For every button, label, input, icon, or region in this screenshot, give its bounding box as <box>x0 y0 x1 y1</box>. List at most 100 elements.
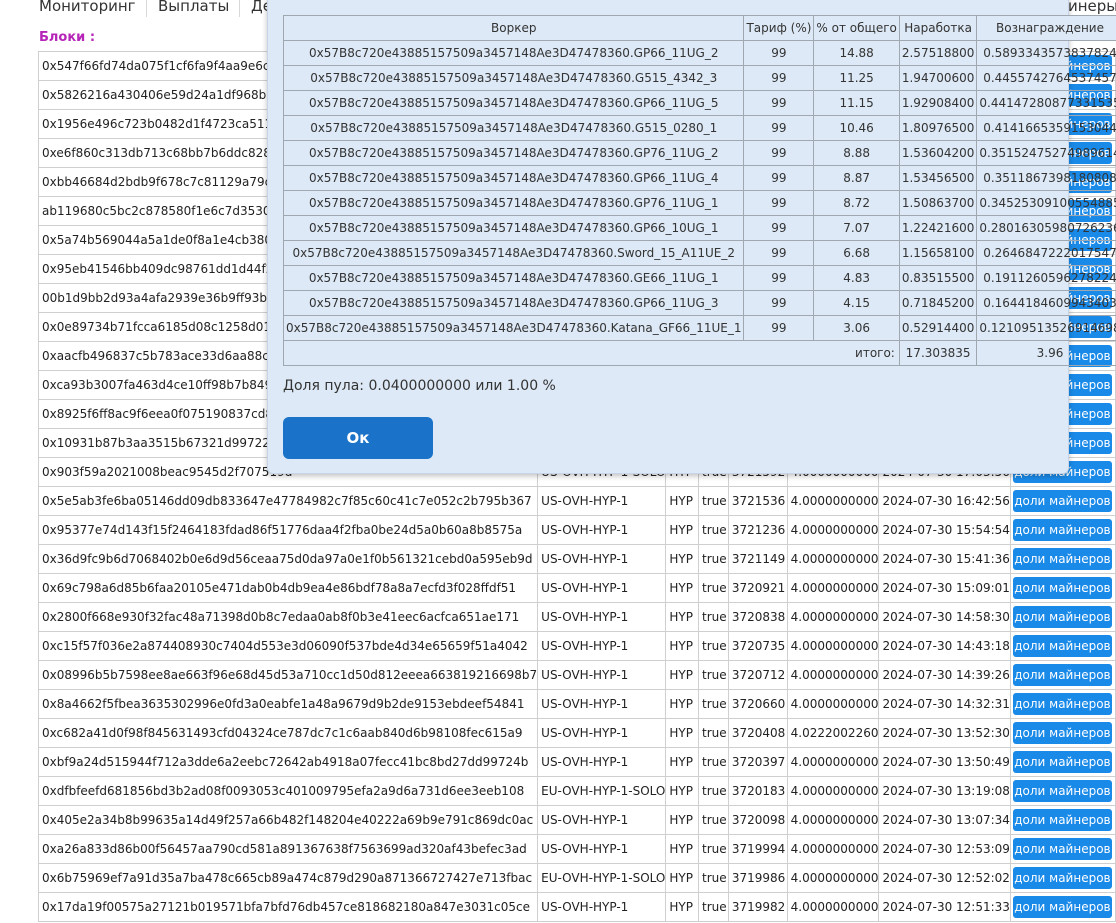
worker-work: 0.52914400 <box>898 315 978 341</box>
worker-work: 1.53456500 <box>898 165 978 191</box>
block-time: 2024-07-30 14:43:18 <box>878 631 1011 661</box>
worker-percent: 7.07 <box>813 215 900 241</box>
miner-shares-button[interactable]: доли майнеров <box>1012 635 1112 657</box>
block-reward: 4.0222002260 <box>786 718 880 748</box>
worker-tariff: 99 <box>743 115 815 141</box>
table-row: 0x57B8c720e43885157509a3457148Ae3D474783… <box>282 140 1116 166</box>
block-height: 3720098 <box>727 805 788 835</box>
miner-shares-button[interactable]: доли майнеров <box>1012 606 1112 628</box>
worker-tariff: 99 <box>743 315 815 341</box>
worker-name: 0x57B8c720e43885157509a3457148Ae3D474783… <box>282 290 745 316</box>
block-type: HYP <box>665 747 699 777</box>
block-height: 3719986 <box>727 863 788 893</box>
block-height: 3720183 <box>727 776 788 806</box>
worker-work: 1.53604200 <box>898 140 978 166</box>
miner-shares-button[interactable]: доли майнеров <box>1012 838 1112 860</box>
col-work: Наработка <box>898 15 978 41</box>
worker-tariff: 99 <box>743 165 815 191</box>
block-reward: 4.0000000000 <box>786 544 880 574</box>
table-row: 0xc682a41d0f98f845631493cfd04324ce787dc7… <box>37 718 1116 748</box>
block-height: 3720921 <box>727 573 788 603</box>
block-confirmed: true <box>697 892 729 922</box>
block-reward: 4.0000000000 <box>786 515 880 545</box>
block-hash: 0x36d9fc9b6d7068402b0e6d9d56ceaa75d0da97… <box>37 544 539 574</box>
block-height: 3720838 <box>727 602 788 632</box>
block-actions: доли майнеров <box>1009 892 1116 922</box>
block-server: US-OVH-HYP-1 <box>537 573 667 603</box>
miner-shares-button[interactable]: доли майнеров <box>1012 519 1112 541</box>
block-confirmed: true <box>697 776 729 806</box>
worker-name: 0x57B8c720e43885157509a3457148Ae3D474783… <box>282 265 745 291</box>
block-height: 3719994 <box>727 834 788 864</box>
block-time: 2024-07-30 13:52:30 <box>878 718 1011 748</box>
block-reward: 4.0000000000 <box>786 834 880 864</box>
table-header-row: Воркер Тариф (%) % от общего Наработка В… <box>282 15 1116 41</box>
worker-name: 0x57B8c720e43885157509a3457148Ae3D474783… <box>282 315 745 341</box>
table-row: 0x57B8c720e43885157509a3457148Ae3D474783… <box>282 90 1116 116</box>
block-server: US-OVH-HYP-1 <box>537 805 667 835</box>
ok-button[interactable]: Ок <box>283 417 433 459</box>
table-row: 0x6b75969ef7a91d35a7ba478c665cb89a474c87… <box>37 863 1116 893</box>
miner-shares-button[interactable]: доли майнеров <box>1012 577 1112 599</box>
worker-name: 0x57B8c720e43885157509a3457148Ae3D474783… <box>282 90 745 116</box>
worker-reward: 0.4455742764537457 <box>976 65 1116 91</box>
block-confirmed: true <box>697 660 729 690</box>
miner-shares-button[interactable]: доли майнеров <box>1012 780 1112 802</box>
worker-tariff: 99 <box>743 140 815 166</box>
block-reward: 4.0000000000 <box>786 689 880 719</box>
block-actions: доли майнеров <box>1009 863 1116 893</box>
table-row: 0x5e5ab3fe6ba05146dd09db833647e47784982c… <box>37 486 1116 516</box>
block-height: 3720408 <box>727 718 788 748</box>
block-server: US-OVH-HYP-1 <box>537 660 667 690</box>
worker-name: 0x57B8c720e43885157509a3457148Ae3D474783… <box>282 240 745 266</box>
nav-divider <box>146 0 147 17</box>
worker-reward: 0.5893343573837824 <box>976 40 1116 66</box>
worker-name: 0x57B8c720e43885157509a3457148Ae3D474783… <box>282 140 745 166</box>
block-height: 3719982 <box>727 892 788 922</box>
tab-payouts[interactable]: Выплаты <box>158 0 230 17</box>
table-row: 0x57B8c720e43885157509a3457148Ae3D474783… <box>282 190 1116 216</box>
worker-reward: 0.12109513526914698 <box>976 315 1116 341</box>
worker-work: 1.50863700 <box>898 190 978 216</box>
block-confirmed: true <box>697 689 729 719</box>
block-actions: доли майнеров <box>1009 689 1116 719</box>
block-actions: доли майнеров <box>1009 573 1116 603</box>
block-type: HYP <box>665 892 699 922</box>
worker-percent: 14.88 <box>813 40 900 66</box>
table-row: 0x57B8c720e43885157509a3457148Ae3D474783… <box>282 315 1116 341</box>
block-actions: доли майнеров <box>1009 834 1116 864</box>
worker-work: 0.83515500 <box>898 265 978 291</box>
block-hash: 0x95377e74d143f15f2464183fdad86f51776daa… <box>37 515 539 545</box>
block-time: 2024-07-30 12:53:09 <box>878 834 1011 864</box>
worker-tariff: 99 <box>743 290 815 316</box>
table-row: 0x69c798a6d85b6faa20105e471dab0b4db9ea4e… <box>37 573 1116 603</box>
worker-tariff: 99 <box>743 65 815 91</box>
block-reward: 4.0000000000 <box>786 602 880 632</box>
miner-shares-button[interactable]: доли майнеров <box>1012 809 1112 831</box>
miner-shares-button[interactable]: доли майнеров <box>1012 751 1112 773</box>
table-row: 0x57B8c720e43885157509a3457148Ae3D474783… <box>282 115 1116 141</box>
block-time: 2024-07-30 15:09:01 <box>878 573 1011 603</box>
table-row: 0x57B8c720e43885157509a3457148Ae3D474783… <box>282 290 1116 316</box>
block-server: US-OVH-HYP-1 <box>537 544 667 574</box>
block-hash: 0x08996b5b7598ee8ae663f96e68d45d53a710cc… <box>37 660 539 690</box>
miner-shares-button[interactable]: доли майнеров <box>1012 896 1112 918</box>
block-height: 3720735 <box>727 631 788 661</box>
miner-shares-button[interactable]: доли майнеров <box>1012 664 1112 686</box>
block-server: US-OVH-HYP-1 <box>537 631 667 661</box>
table-row: 0x8a4662f5fbea3635302996e0fd3a0eabfe1a48… <box>37 689 1116 719</box>
tab-monitoring[interactable]: Мониторинг <box>39 0 136 17</box>
block-server: EU-OVH-HYP-1-SOLO <box>537 863 667 893</box>
block-server: US-OVH-HYP-1 <box>537 892 667 922</box>
miner-shares-button[interactable]: доли майнеров <box>1012 722 1112 744</box>
miner-shares-button[interactable]: доли майнеров <box>1012 548 1112 570</box>
worker-reward: 0.4141665359153044 <box>976 115 1116 141</box>
block-hash: 0x8a4662f5fbea3635302996e0fd3a0eabfe1a48… <box>37 689 539 719</box>
miner-shares-button[interactable]: доли майнеров <box>1012 693 1112 715</box>
worker-work: 1.92908400 <box>898 90 978 116</box>
block-server: US-OVH-HYP-1 <box>537 486 667 516</box>
block-server: US-OVH-HYP-1 <box>537 834 667 864</box>
miner-shares-button[interactable]: доли майнеров <box>1012 867 1112 889</box>
block-time: 2024-07-30 14:39:26 <box>878 660 1011 690</box>
miner-shares-button[interactable]: доли майнеров <box>1012 490 1112 512</box>
